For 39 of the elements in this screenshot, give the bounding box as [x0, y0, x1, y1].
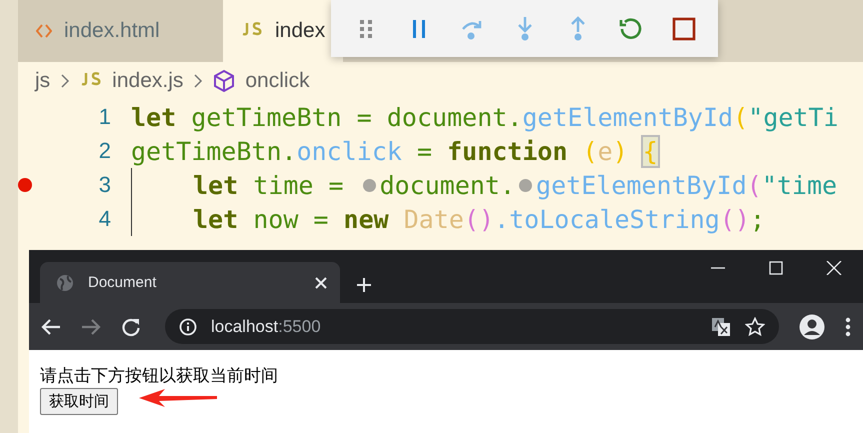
- profile-avatar-icon[interactable]: [799, 314, 825, 340]
- browser-tab[interactable]: Document: [40, 262, 340, 303]
- line-number: 1: [98, 104, 111, 130]
- back-arrow-icon[interactable]: [41, 318, 61, 336]
- reload-icon[interactable]: [121, 316, 141, 336]
- line-number: 2: [98, 138, 111, 164]
- code-line: getTimeBtn.onclick = function (e) {: [131, 136, 658, 168]
- stop-icon[interactable]: [672, 16, 696, 40]
- restart-icon[interactable]: [618, 16, 642, 40]
- line-number: 4: [98, 206, 111, 232]
- editor-tab[interactable]: index: [223, 0, 344, 62]
- star-icon[interactable]: [745, 316, 765, 336]
- code-brackets-icon: [36, 22, 52, 40]
- breadcrumb-item[interactable]: onclick: [245, 69, 310, 93]
- info-icon[interactable]: [179, 318, 197, 336]
- chevron-right-icon: [193, 74, 204, 88]
- maximize-icon[interactable]: [768, 261, 784, 275]
- breakpoint-dot[interactable]: [18, 178, 32, 192]
- get-time-button[interactable]: 获取时间: [40, 388, 118, 415]
- translate-icon[interactable]: [711, 316, 731, 336]
- code-line: let time = document. getElementById("time: [193, 170, 838, 202]
- chevron-right-icon: [60, 74, 70, 88]
- pause-icon[interactable]: [412, 18, 426, 38]
- close-icon[interactable]: [826, 261, 842, 275]
- breadcrumb-item[interactable]: js: [35, 69, 50, 93]
- globe-icon: [56, 274, 74, 292]
- line-number: 3: [98, 172, 111, 198]
- address-bar[interactable]: localhost:5500: [165, 309, 779, 344]
- code-line: let now = new Date().toLocaleString();: [193, 204, 766, 236]
- page-text: 请点击下方按钮以获取当前时间: [40, 365, 278, 387]
- drag-handle-icon[interactable]: [358, 18, 372, 38]
- more-menu-icon[interactable]: [845, 316, 851, 336]
- close-icon[interactable]: [314, 276, 328, 290]
- breadcrumb-item[interactable]: index.js: [112, 69, 184, 93]
- tab-title: Document: [88, 274, 158, 291]
- new-tab-icon[interactable]: [356, 277, 372, 293]
- code-line: let getTimeBtn = document.getElementById("getTi: [131, 102, 838, 134]
- cube-icon: [213, 69, 236, 93]
- url-text: localhost:5500: [211, 316, 322, 336]
